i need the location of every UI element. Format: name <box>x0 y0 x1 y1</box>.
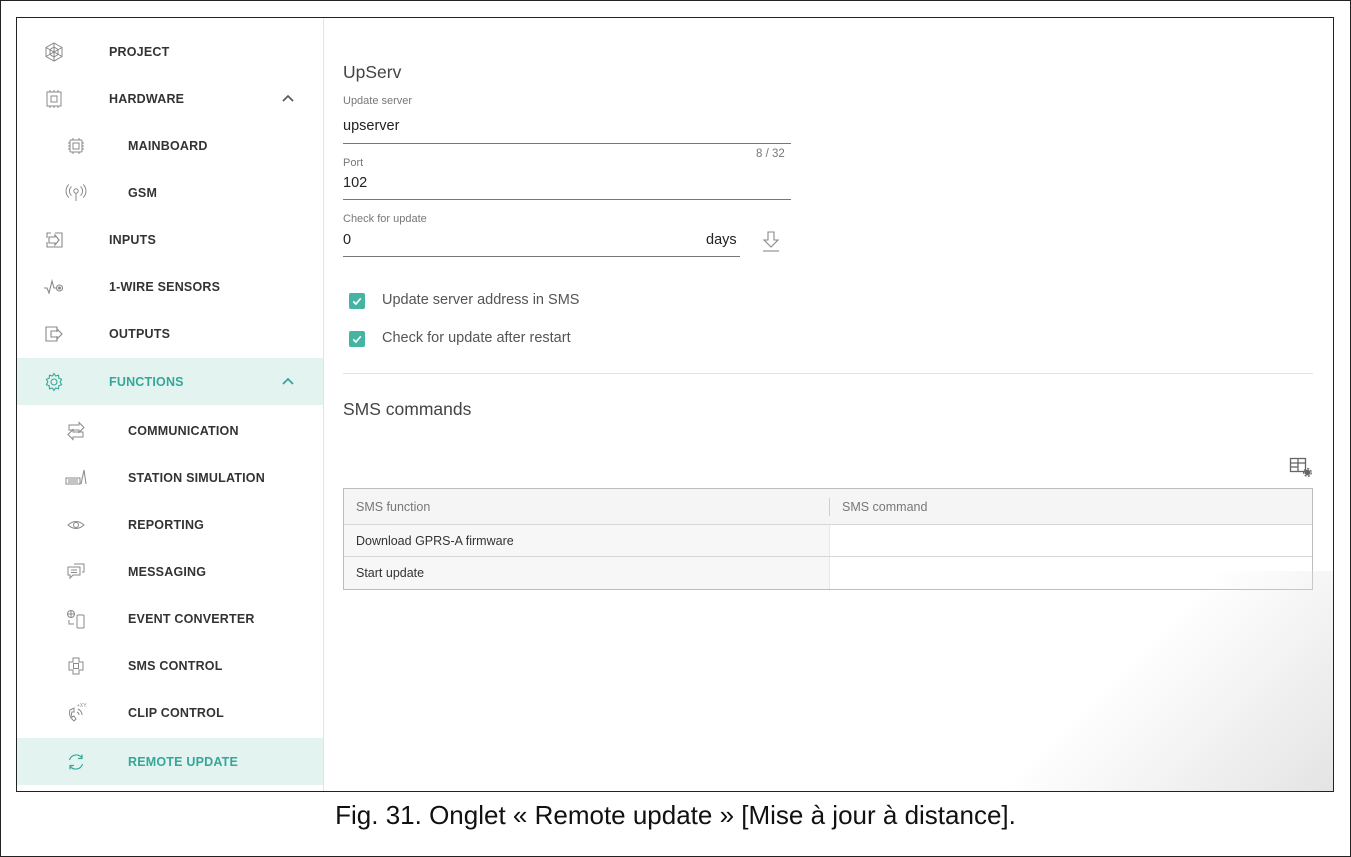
port-label: Port <box>343 157 364 169</box>
sidebar-item-label: MAINBOARD <box>128 138 208 153</box>
eye-icon <box>63 512 89 538</box>
sidebar-item-mainboard[interactable]: MAINBOARD <box>17 122 323 169</box>
outputs-icon <box>41 321 67 347</box>
check-after-restart-label: Check for update after restart <box>382 330 571 346</box>
sidebar-item-hardware[interactable]: HARDWARE <box>17 75 323 122</box>
check-for-update-label: Check for update <box>343 213 427 225</box>
sidebar-item-1-wire-sensors[interactable]: 1-WIRE SENSORS <box>17 263 323 310</box>
svg-text:+XYZ: +XYZ <box>77 703 87 709</box>
figure-caption: Fig. 31. Onglet « Remote update » [Mise … <box>335 800 1016 830</box>
sidebar-item-event-converter[interactable]: EVENT CONVERTER <box>17 595 323 642</box>
station-icon <box>63 465 89 491</box>
column-header-sms-function[interactable]: SMS function <box>344 489 830 524</box>
sensor-icon <box>41 274 67 300</box>
sidebar-item-label: EVENT CONVERTER <box>128 611 255 626</box>
sidebar-item-inputs[interactable]: INPUTS <box>17 216 323 263</box>
sidebar-item-label: 1-WIRE SENSORS <box>109 279 221 294</box>
update-server-in-sms-checkbox[interactable] <box>349 293 365 309</box>
app-window: PROJECT HARDWARE MAINBOARD GSM INPUTS 1-… <box>16 17 1334 792</box>
port-underline <box>343 199 791 200</box>
sidebar-item-label: INPUTS <box>109 232 157 247</box>
sidebar-item-label: GSM <box>128 185 158 200</box>
section-divider <box>343 373 1313 374</box>
chevron-up-icon[interactable] <box>280 90 298 108</box>
sidebar-item-messaging[interactable]: MESSAGING <box>17 548 323 595</box>
sms-commands-title: SMS commands <box>343 399 472 419</box>
sidebar: PROJECT HARDWARE MAINBOARD GSM INPUTS 1-… <box>17 18 324 791</box>
sms-function-cell: Start update <box>344 557 830 589</box>
refresh-icon <box>63 749 89 775</box>
days-unit: days <box>706 232 737 248</box>
sms-command-cell[interactable] <box>830 525 1312 556</box>
sidebar-item-sms-control[interactable]: SMS CONTROL <box>17 642 323 689</box>
sidebar-item-station-simulation[interactable]: STATION SIMULATION <box>17 454 323 501</box>
inputs-icon <box>41 227 67 253</box>
clip-icon: +XYZ <box>63 700 89 726</box>
column-header-sms-command[interactable]: SMS command <box>830 489 1312 524</box>
update-server-input[interactable]: upserver <box>343 118 399 134</box>
sms-function-cell: Download GPRS-A firmware <box>344 525 830 556</box>
gear-icon <box>41 369 67 395</box>
mainboard-icon <box>63 133 89 159</box>
corner-shading <box>993 571 1333 791</box>
sidebar-item-label: OUTPUTS <box>109 326 171 341</box>
sidebar-item-communication[interactable]: COMMUNICATION <box>17 407 323 454</box>
sms-control-icon <box>63 653 89 679</box>
sidebar-item-label: HARDWARE <box>109 91 185 106</box>
update-server-in-sms-label: Update server address in SMS <box>382 292 580 308</box>
sms-command-cell[interactable] <box>830 557 1312 589</box>
main-content: UpServ Update server upserver 8 / 32 Por… <box>324 18 1333 791</box>
communication-icon <box>63 418 89 444</box>
sidebar-item-remote-update[interactable]: REMOTE UPDATE <box>17 738 323 785</box>
table-settings-icon[interactable] <box>1289 456 1313 478</box>
sidebar-item-label: CLIP CONTROL <box>128 705 224 720</box>
update-server-counter: 8 / 32 <box>756 148 785 160</box>
antenna-icon <box>63 180 89 206</box>
update-server-underline <box>343 143 791 144</box>
check-after-restart-checkbox[interactable] <box>349 331 365 347</box>
sidebar-item-label: STATION SIMULATION <box>128 470 265 485</box>
sidebar-item-label: FUNCTIONS <box>109 374 184 389</box>
table-row[interactable]: Start update <box>344 557 1312 589</box>
check-for-update-underline <box>343 256 740 257</box>
table-header-row: SMS function SMS command <box>344 489 1312 525</box>
sms-commands-table: SMS function SMS command Download GPRS-A… <box>343 488 1313 590</box>
sidebar-item-functions[interactable]: FUNCTIONS <box>17 358 323 405</box>
sidebar-item-label: SMS CONTROL <box>128 658 223 673</box>
sidebar-item-reporting[interactable]: REPORTING <box>17 501 323 548</box>
hardware-icon <box>41 86 67 112</box>
check-for-update-input[interactable]: 0 <box>343 232 351 248</box>
sidebar-item-label: MESSAGING <box>128 564 207 579</box>
sidebar-item-outputs[interactable]: OUTPUTS <box>17 310 323 357</box>
upserv-title: UpServ <box>343 62 402 82</box>
project-icon <box>41 39 67 65</box>
event-converter-icon <box>63 606 89 632</box>
download-icon[interactable] <box>760 230 782 252</box>
chevron-up-icon[interactable] <box>280 373 298 391</box>
update-server-label: Update server <box>343 95 413 107</box>
sidebar-item-label: REPORTING <box>128 517 205 532</box>
port-input[interactable]: 102 <box>343 175 367 191</box>
sidebar-item-label: COMMUNICATION <box>128 423 239 438</box>
sidebar-item-label: REMOTE UPDATE <box>128 754 239 769</box>
table-row[interactable]: Download GPRS-A firmware <box>344 525 1312 557</box>
message-icon <box>63 559 89 585</box>
sidebar-item-label: PROJECT <box>109 44 170 59</box>
sidebar-item-gsm[interactable]: GSM <box>17 169 323 216</box>
sidebar-item-project[interactable]: PROJECT <box>17 28 323 75</box>
sidebar-item-clip-control[interactable]: +XYZ CLIP CONTROL <box>17 689 323 736</box>
